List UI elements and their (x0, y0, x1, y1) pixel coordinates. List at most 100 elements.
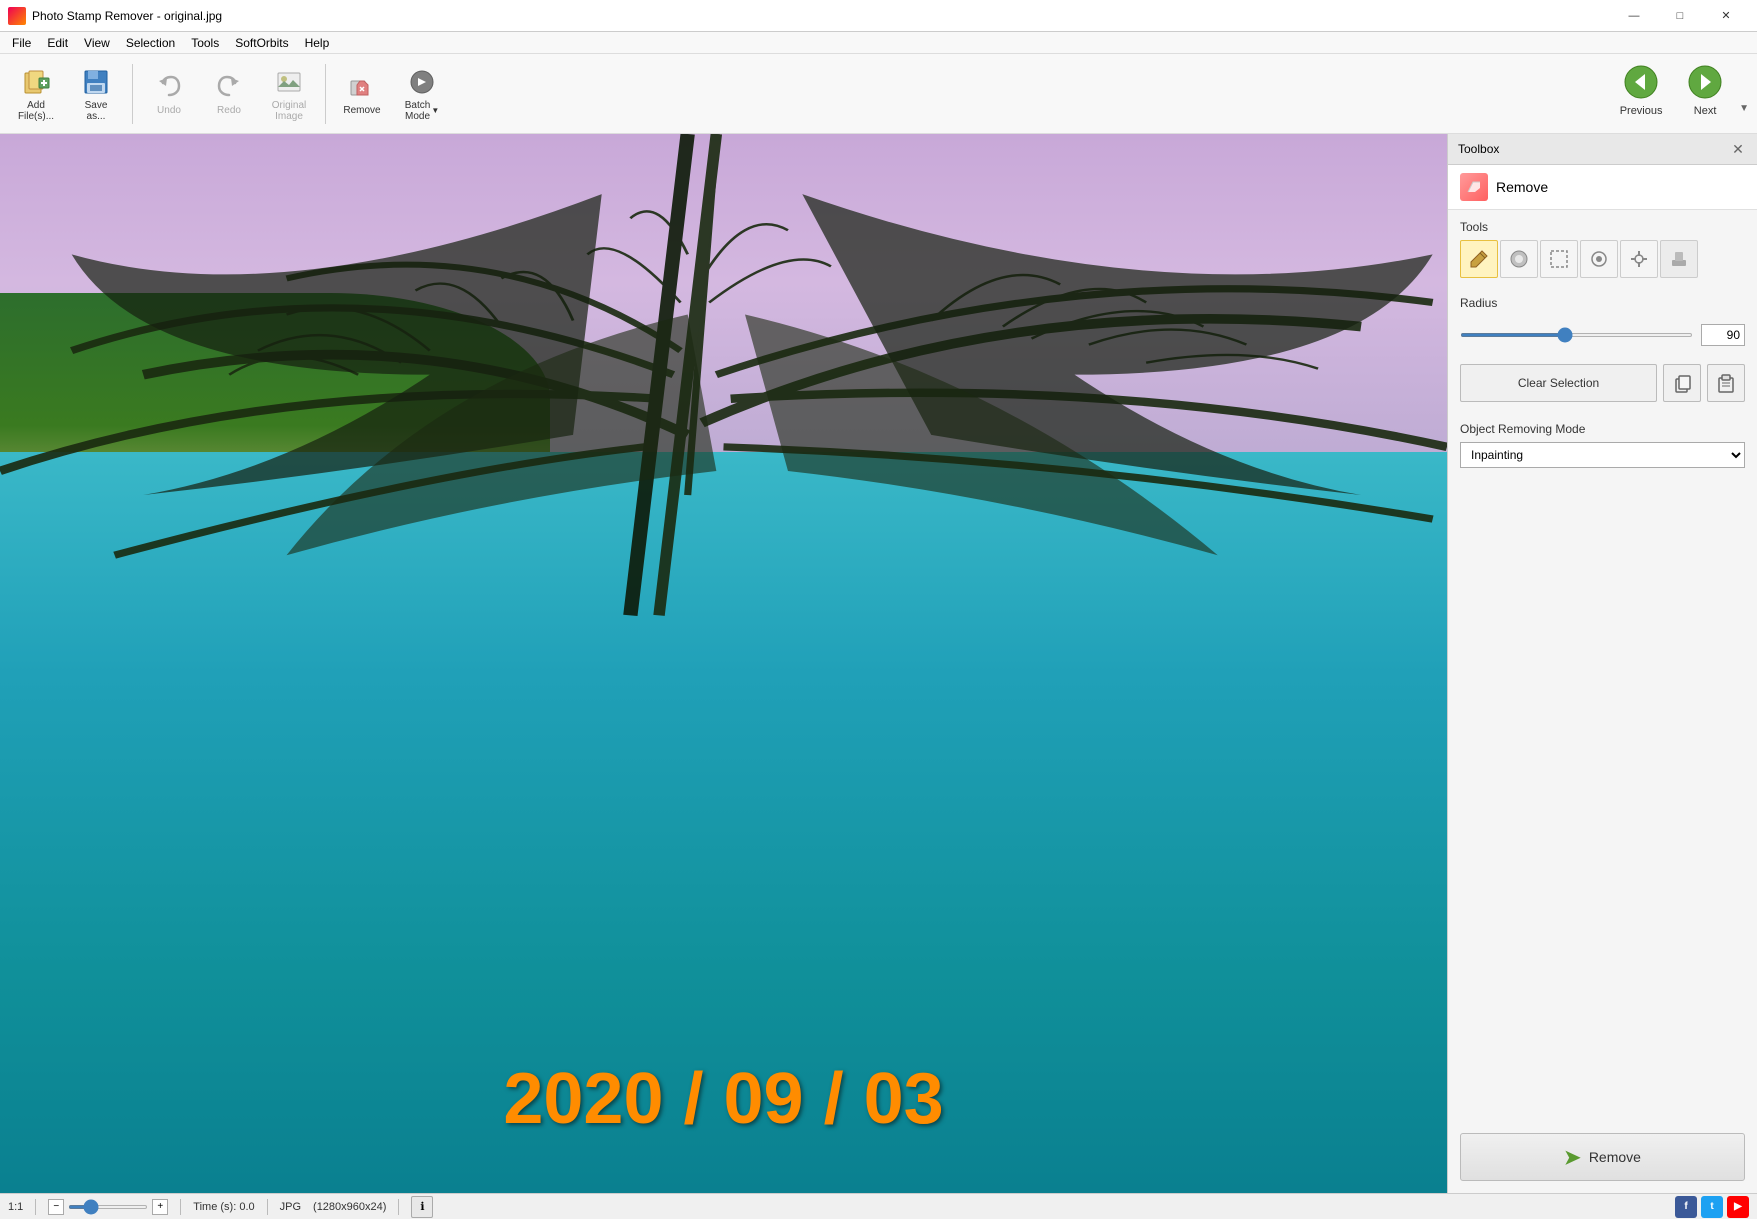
radius-slider[interactable] (1460, 333, 1693, 337)
zoom-slider[interactable] (68, 1205, 148, 1209)
toolbar-separator-2 (325, 64, 326, 124)
brush-tool-button[interactable] (1460, 240, 1498, 278)
toolbar: Add File(s)... Save as... Undo (0, 54, 1757, 134)
zoom-in-button[interactable]: + (152, 1199, 168, 1215)
stamp-tool-button[interactable] (1660, 240, 1698, 278)
facebook-button[interactable]: f (1675, 1196, 1697, 1218)
palm-overlay (0, 134, 1447, 1193)
undo-label: Undo (157, 105, 181, 116)
image-scene: 2020 / 09 / 03 (0, 134, 1447, 1193)
brush-icon (1468, 248, 1490, 270)
mode-select[interactable]: Inpainting Content Aware Fill Average Co… (1460, 442, 1745, 468)
menu-selection[interactable]: Selection (118, 34, 183, 52)
maximize-button[interactable]: □ (1657, 0, 1703, 32)
date-stamp: 2020 / 09 / 03 (503, 1058, 943, 1140)
radius-slider-container (1460, 325, 1693, 345)
info-button[interactable]: ℹ (411, 1196, 433, 1218)
remove-arrow-icon: ➤ (1564, 1145, 1581, 1170)
original-image-icon (273, 66, 305, 98)
remove-btn-section: ➤ Remove (1448, 1121, 1757, 1193)
mode-label: Object Removing Mode (1460, 422, 1745, 436)
original-image-button[interactable]: Original Image (261, 60, 317, 128)
radius-section: Radius 90 (1448, 288, 1757, 354)
title-bar: Photo Stamp Remover - original.jpg — □ ✕ (0, 0, 1757, 32)
remove-section-title: Remove (1496, 179, 1548, 195)
toolbox-remove-section: Remove (1448, 165, 1757, 210)
close-button[interactable]: ✕ (1703, 0, 1749, 32)
toolbox-panel: Toolbox ✕ Remove Tools (1447, 134, 1757, 1193)
magic-wand-icon (1588, 248, 1610, 270)
redo-button[interactable]: Redo (201, 60, 257, 128)
zoom-controls: − + (48, 1199, 168, 1215)
main-area: 2020 / 09 / 03 Toolbox ✕ Remove Tools (0, 134, 1757, 1193)
menu-softorbits[interactable]: SoftOrbits (227, 34, 296, 52)
tools-section: Tools (1448, 210, 1757, 288)
mode-section: Object Removing Mode Inpainting Content … (1448, 412, 1757, 478)
toolbox-close-button[interactable]: ✕ (1729, 140, 1747, 158)
radius-row: 90 (1460, 324, 1745, 346)
menu-help[interactable]: Help (297, 34, 338, 52)
toolbox-spacer (1448, 478, 1757, 1121)
app-title: Photo Stamp Remover - original.jpg (32, 9, 1611, 23)
menu-tools[interactable]: Tools (183, 34, 227, 52)
clear-selection-button[interactable]: Clear Selection (1460, 364, 1657, 402)
batch-mode-icon (406, 66, 438, 98)
stamp-icon (1668, 248, 1690, 270)
remove-button-toolbar[interactable]: Remove (334, 60, 390, 128)
copy-icon (1671, 372, 1693, 394)
save-as-label: Save as... (85, 100, 108, 122)
minimize-button[interactable]: — (1611, 0, 1657, 32)
remove-action-button[interactable]: ➤ Remove (1460, 1133, 1745, 1181)
undo-icon (153, 71, 185, 103)
magic-wand-tool-button[interactable] (1580, 240, 1618, 278)
radius-label: Radius (1460, 296, 1745, 310)
zoom-level: 1:1 (8, 1201, 23, 1213)
tools-label: Tools (1460, 220, 1745, 234)
eraser-tool-button[interactable] (1500, 240, 1538, 278)
copy-selection-button[interactable] (1663, 364, 1701, 402)
twitter-button[interactable]: t (1701, 1196, 1723, 1218)
toolbox-header: Toolbox ✕ (1448, 134, 1757, 165)
redo-icon (213, 71, 245, 103)
menu-file[interactable]: File (4, 34, 39, 52)
toolbox-title: Toolbox (1458, 142, 1499, 156)
undo-button[interactable]: Undo (141, 60, 197, 128)
nav-area: Previous Next ▼ (1611, 60, 1749, 128)
remove-action-label: Remove (1589, 1149, 1641, 1165)
rect-select-tool-button[interactable] (1540, 240, 1578, 278)
status-sep-2 (180, 1199, 181, 1215)
window-controls: — □ ✕ (1611, 0, 1749, 32)
paste-selection-button[interactable] (1707, 364, 1745, 402)
previous-button[interactable]: Previous (1611, 60, 1671, 128)
tools-row (1460, 240, 1745, 278)
zoom-out-button[interactable]: − (48, 1199, 64, 1215)
time-label: Time (s): 0.0 (193, 1201, 254, 1213)
remove-eraser-icon (1460, 173, 1488, 201)
add-files-label: Add File(s)... (18, 100, 54, 122)
previous-icon (1623, 64, 1659, 103)
youtube-button[interactable]: ▶ (1727, 1196, 1749, 1218)
wand-select-tool-button[interactable] (1620, 240, 1658, 278)
next-button[interactable]: Next (1675, 60, 1735, 128)
wand-select-icon (1628, 248, 1650, 270)
nav-chevron-down: ▼ (1739, 103, 1749, 114)
add-files-button[interactable]: Add File(s)... (8, 60, 64, 128)
batch-mode-button[interactable]: Batch Mode ▼ (394, 60, 450, 128)
menu-view[interactable]: View (76, 34, 118, 52)
radius-value-input[interactable]: 90 (1701, 324, 1745, 346)
menu-edit[interactable]: Edit (39, 34, 76, 52)
rect-select-icon (1548, 248, 1570, 270)
status-bar: 1:1 − + Time (s): 0.0 JPG (1280x960x24) … (0, 1193, 1757, 1219)
status-sep-4 (398, 1199, 399, 1215)
app-icon (8, 7, 26, 25)
social-icons: f t ▶ (1675, 1196, 1749, 1218)
next-label: Next (1694, 105, 1717, 117)
menu-bar: File Edit View Selection Tools SoftOrbit… (0, 32, 1757, 54)
save-as-button[interactable]: Save as... (68, 60, 124, 128)
canvas-area[interactable]: 2020 / 09 / 03 (0, 134, 1447, 1193)
zoom-segment: 1:1 (8, 1201, 23, 1213)
paste-icon (1715, 372, 1737, 394)
next-icon (1687, 64, 1723, 103)
toolbar-separator-1 (132, 64, 133, 124)
add-files-icon (20, 66, 52, 98)
